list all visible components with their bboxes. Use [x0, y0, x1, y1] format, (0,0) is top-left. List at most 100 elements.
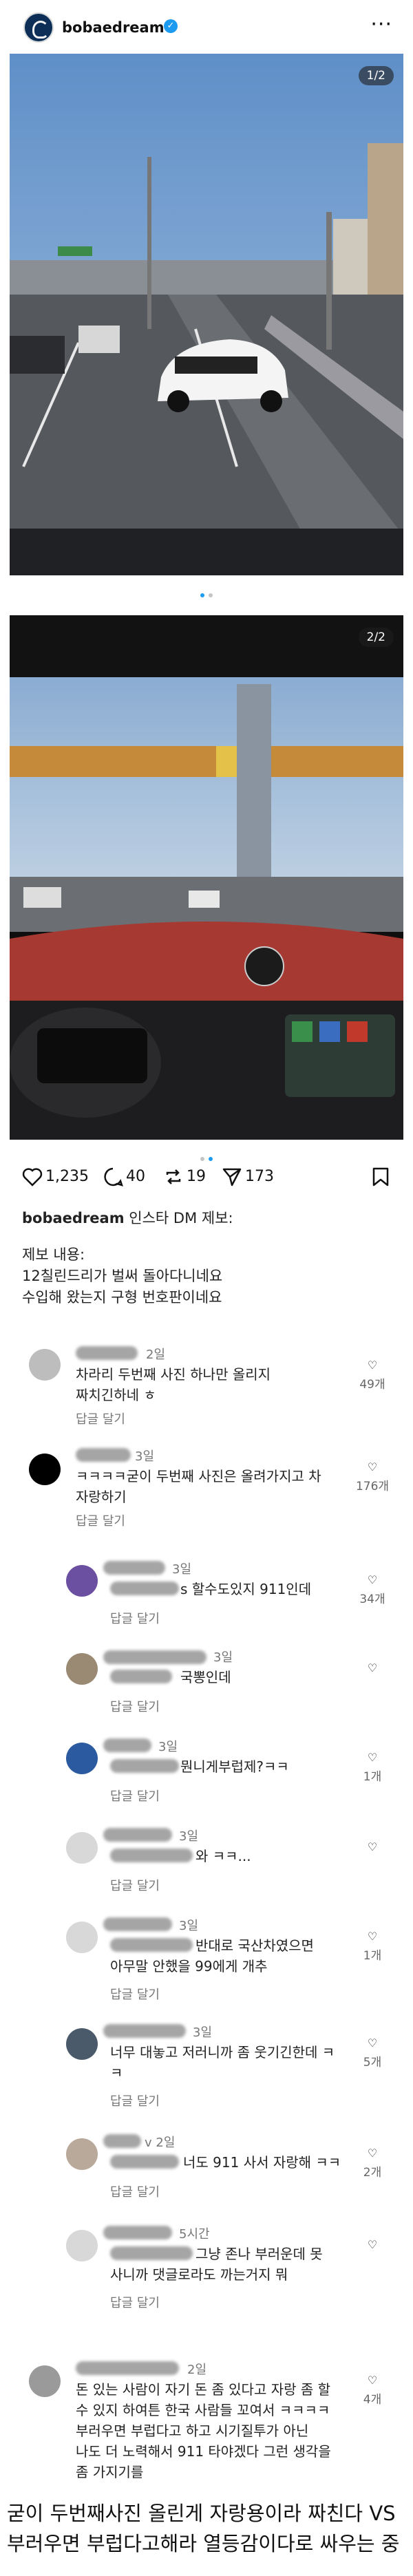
like-count: 1,235: [45, 1168, 89, 1185]
comment-like-button[interactable]: ♡: [355, 2238, 390, 2254]
share-button[interactable]: 173: [222, 1164, 274, 1189]
comment-avatar[interactable]: [66, 1565, 98, 1597]
reply-button[interactable]: 답글 달기: [110, 1787, 160, 1805]
comment-like-button[interactable]: ♡ 4개: [355, 2374, 390, 2407]
repost-icon: [166, 1169, 181, 1184]
carousel-dot: [200, 1157, 204, 1161]
blurred-mention: [110, 1670, 172, 1683]
comment-text: 돈 있는 사람이 자기 돈 좀 있다고 자랑 좀 할 수 있지 하여튼 한국 사…: [76, 2381, 331, 2480]
comment-like-button[interactable]: ♡: [355, 1840, 390, 1856]
comment-text: 너도 911 사서 자랑해 ㅋㅋ: [183, 2154, 341, 2171]
photo-counter: 2/2: [358, 628, 394, 647]
caption-body: 제보 내용: 12칠린드리가 벌써 돌아다니네요 수입해 왔는지 구형 번호판이…: [22, 1246, 223, 1306]
comment-like-count: 2개: [363, 2166, 382, 2180]
comment-time: 3일: [172, 1562, 192, 1577]
heart-icon: ♡: [367, 1930, 378, 1943]
caption-username[interactable]: bobaedream: [22, 1210, 125, 1226]
send-icon: [222, 1168, 242, 1186]
comment-time: 3일: [213, 1650, 233, 1665]
comment-like-count: 49개: [359, 1378, 385, 1392]
blurred-username: [76, 1346, 138, 1360]
post-actions: 1,235 40 19 173: [22, 1164, 394, 1192]
carousel-dots: [0, 1151, 413, 1164]
blurred-username: [103, 2024, 186, 2038]
heart-icon: ♡: [367, 2147, 378, 2160]
comment-like-count: 176개: [355, 1480, 390, 1493]
comment-text: 너무 대놓고 저러니까 좀 웃기긴한데 ㅋ ㅋ: [110, 2044, 335, 2081]
blurred-mention: [110, 2155, 179, 2169]
comment-text: 그냥 존나 부러운데 못 사니까 댓글로라도 까는거지 뭐: [110, 2246, 323, 2283]
comment-avatar[interactable]: [29, 1349, 61, 1381]
comment-like-count: 1개: [363, 1949, 382, 1963]
heart-icon: ♡: [367, 1573, 378, 1586]
reply-button[interactable]: 답글 달기: [76, 1511, 125, 1529]
comment-like-button[interactable]: ♡: [355, 1661, 390, 1677]
comment-time: 3일: [179, 1829, 199, 1844]
comment-time: 3일: [158, 1740, 178, 1754]
comment-text: 반대로 국산차였으면 아무말 안했을 99에게 개추: [110, 1937, 314, 1974]
comment-avatar[interactable]: [66, 1832, 98, 1864]
comment-avatar[interactable]: [66, 2138, 98, 2170]
comment-like-button[interactable]: ♡ 5개: [355, 2036, 390, 2069]
blurred-username: [103, 1828, 172, 1842]
comment-like-button[interactable]: ♡ 1개: [355, 1930, 390, 1963]
heart-icon: ♡: [367, 2374, 378, 2387]
comment-count: 40: [126, 1168, 145, 1185]
comment-time: 3일: [135, 1449, 155, 1464]
profile-avatar[interactable]: [23, 12, 54, 43]
heart-icon: ♡: [367, 1840, 378, 1853]
comment-time: 3일: [179, 1919, 199, 1933]
comment-avatar[interactable]: [66, 2230, 98, 2261]
reply-button[interactable]: 답글 달기: [76, 1409, 125, 1427]
comment-like-count: 1개: [363, 1770, 382, 1784]
comment-time: v 2일: [145, 2136, 176, 2150]
comment-avatar[interactable]: [29, 1454, 61, 1485]
blurred-username: [103, 2226, 172, 2239]
comment-like-button[interactable]: ♡ 34개: [355, 1573, 390, 1606]
comment-like-button[interactable]: ♡ 2개: [355, 2147, 390, 2180]
blurred-username: [103, 1738, 151, 1752]
reply-button[interactable]: 답글 달기: [110, 1876, 160, 1894]
comment-avatar[interactable]: [66, 1922, 98, 1953]
post-photo-2[interactable]: 2/2: [10, 615, 403, 1140]
header-username[interactable]: bobaedream: [62, 19, 165, 36]
reply-button[interactable]: 답글 달기: [110, 1985, 160, 2003]
comment-text: 와 ㅋㅋ...: [195, 1848, 251, 1864]
like-button[interactable]: 1,235: [22, 1164, 89, 1189]
share-count: 173: [245, 1168, 274, 1185]
blurred-username: [76, 1448, 131, 1462]
post-photo-1[interactable]: 1/2: [10, 54, 403, 575]
comment-avatar[interactable]: [66, 1743, 98, 1774]
comment-like-count: 4개: [363, 2393, 382, 2407]
repost-button[interactable]: 19: [163, 1164, 206, 1189]
comment-icon: [104, 1167, 123, 1186]
blurred-username: [103, 2134, 141, 2148]
bottom-commentary: 굳이 두번째사진 올린게 자랑용이라 짜친다 VS 부러우면 부럽다고해라 열등…: [7, 2502, 400, 2555]
comment-avatar[interactable]: [66, 1653, 98, 1685]
comment-like-count: 5개: [363, 2056, 382, 2069]
heart-icon: ♡: [367, 1751, 378, 1764]
comment-time: 2일: [146, 1348, 166, 1362]
post-header: bobaedream ✓ ···: [0, 0, 413, 55]
comment-time: 5시간: [179, 2227, 210, 2242]
blurred-username: [103, 1917, 172, 1931]
comment-like-button[interactable]: ♡ 1개: [355, 1751, 390, 1784]
reply-button[interactable]: 답글 달기: [110, 2091, 160, 2109]
comment-like-button[interactable]: ♡ 49개: [355, 1359, 390, 1392]
save-button[interactable]: [372, 1164, 390, 1189]
heart-icon: ♡: [367, 1359, 378, 1372]
reply-button[interactable]: 답글 달기: [110, 2293, 160, 2311]
post-caption: bobaedream 인스타 DM 제보: 제보 내용: 12칠린드리가 벌써 …: [22, 1208, 394, 1308]
comment-avatar[interactable]: [29, 2365, 61, 2397]
comment-avatar[interactable]: [66, 2028, 98, 2060]
heart-icon: ♡: [367, 1460, 378, 1473]
repost-count: 19: [187, 1168, 206, 1185]
more-options-icon[interactable]: ···: [370, 12, 392, 36]
blurred-mention: [110, 1849, 193, 1862]
comment-button[interactable]: 40: [103, 1164, 145, 1189]
bookmark-icon: [372, 1167, 389, 1186]
reply-button[interactable]: 답글 달기: [110, 1609, 160, 1627]
reply-button[interactable]: 답글 달기: [110, 1697, 160, 1715]
comment-like-button[interactable]: ♡ 176개: [355, 1460, 390, 1493]
reply-button[interactable]: 답글 달기: [110, 2182, 160, 2200]
